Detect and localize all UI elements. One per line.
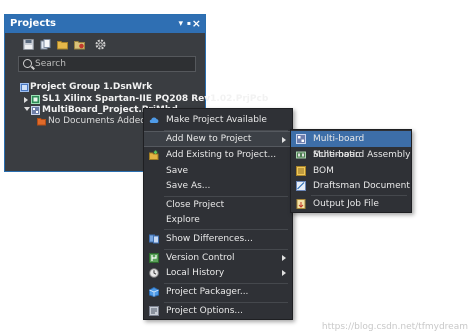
multiboard-project-icon <box>31 106 40 115</box>
output-job-icon <box>296 199 306 209</box>
submenu-arrow-icon <box>282 137 286 143</box>
project-pcb-label: SL1 Xilinx Spartan-IIE PQ208 Rev1.02.Prj… <box>42 94 269 104</box>
panel-menu-icon[interactable]: ▾ <box>178 15 183 33</box>
submenu-item-bom[interactable]: BOM <box>291 163 411 179</box>
add-existing-icon <box>149 150 159 160</box>
workspace-icon <box>20 83 29 92</box>
menu-item-version-control[interactable]: Version Control <box>144 250 292 266</box>
expand-arrow-icon[interactable] <box>24 97 28 103</box>
history-icon <box>149 268 159 278</box>
menu-item-project-options[interactable]: Project Options... <box>144 303 292 319</box>
folder-icon <box>37 118 46 126</box>
search-icon <box>23 59 32 68</box>
tree-item-project-group[interactable]: Project Group 1.DsnWrk <box>20 82 153 93</box>
submenu-item-output-job[interactable]: Output Job File <box>291 196 411 212</box>
project-group-label: Project Group 1.DsnWrk <box>30 82 153 92</box>
bom-icon <box>296 166 306 176</box>
tree-item-no-documents: No Documents Added <box>37 116 146 127</box>
settings-gear-icon[interactable] <box>95 39 106 50</box>
multiboard-schematic-icon <box>296 134 306 144</box>
panel-toolbar <box>5 33 205 57</box>
options-icon <box>149 306 159 316</box>
draftsman-icon <box>296 181 306 191</box>
pcb-project-icon <box>31 95 40 104</box>
submenu-arrow-icon <box>282 270 286 276</box>
panel-title: Projects <box>10 18 57 29</box>
menu-item-add-new[interactable]: Add New to Project <box>144 131 292 147</box>
submenu-item-multiboard-assembly[interactable]: Multi-board Assembly <box>291 147 411 163</box>
submenu-item-draftsman[interactable]: Draftsman Document <box>291 178 411 194</box>
watermark-text: https://blog.csdn.net/tfmydream <box>321 322 468 332</box>
version-control-icon <box>149 253 159 263</box>
save-icon[interactable] <box>23 39 34 50</box>
submenu-item-multiboard-schematic[interactable]: Multi-board Schematic <box>291 131 411 160</box>
search-box[interactable] <box>18 56 196 72</box>
search-input[interactable] <box>35 58 185 70</box>
cloud-icon <box>149 117 159 124</box>
menu-item-local-history[interactable]: Local History <box>144 265 292 281</box>
menu-item-show-differences[interactable]: Show Differences... <box>144 231 292 247</box>
collapse-arrow-icon[interactable] <box>24 107 30 111</box>
add-new-submenu: Multi-board Schematic Multi-board Assemb… <box>290 129 412 213</box>
tree-item-project-pcb[interactable]: SL1 Xilinx Spartan-IIE PQ208 Rev1.02.Prj… <box>24 94 269 105</box>
menu-item-explore[interactable]: Explore <box>144 212 292 228</box>
compile-icon[interactable] <box>74 39 85 50</box>
panel-close-icon[interactable]: × <box>192 15 201 33</box>
open-documents-icon[interactable] <box>40 39 51 50</box>
menu-item-save[interactable]: Save <box>144 163 292 179</box>
menu-item-make-online[interactable]: Make Project Available Online... <box>144 112 292 141</box>
panel-pin-icon[interactable]: ▪ <box>187 15 191 33</box>
multiboard-assembly-icon <box>296 151 306 159</box>
menu-item-project-packager[interactable]: Project Packager... <box>144 284 292 300</box>
no-documents-label: No Documents Added <box>48 116 146 126</box>
menu-separator <box>164 229 288 230</box>
project-context-menu: Make Project Available Online... Add New… <box>143 108 293 320</box>
panel-title-bar: Projects ▾ ▪ × <box>5 15 205 33</box>
open-folder-icon[interactable] <box>57 39 68 50</box>
submenu-arrow-icon <box>282 255 286 261</box>
differences-icon <box>149 234 159 244</box>
menu-item-close-project[interactable]: Close Project <box>144 197 292 213</box>
packager-icon <box>149 287 159 297</box>
menu-item-add-existing[interactable]: Add Existing to Project... <box>144 147 292 163</box>
menu-item-save-as[interactable]: Save As... <box>144 178 292 194</box>
